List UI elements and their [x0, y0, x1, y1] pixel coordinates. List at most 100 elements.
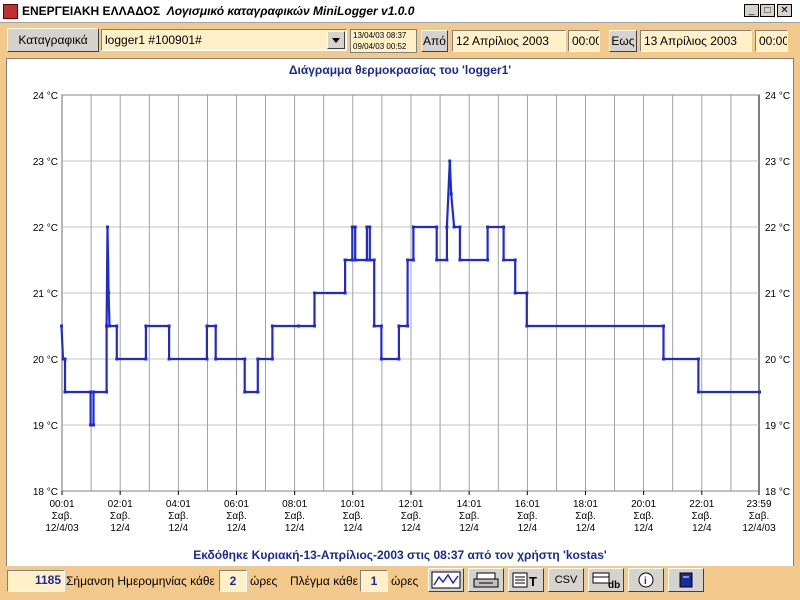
- temperature-data-point: [406, 324, 410, 328]
- info-button[interactable]: i: [628, 568, 664, 592]
- temperature-data-point: [411, 225, 415, 229]
- x-tick-date: 12/4: [401, 523, 421, 534]
- x-tick-day: Σαβ.: [459, 511, 480, 522]
- temperature-data-point: [297, 324, 301, 328]
- temperature-data-point: [270, 357, 274, 361]
- x-tick-day: Σαβ.: [401, 511, 422, 522]
- grid-label: Πλέγμα κάθε: [290, 574, 359, 588]
- date-mark-unit: ώρες: [250, 574, 278, 588]
- temperature-data-point: [435, 258, 439, 262]
- temperature-data-point: [144, 324, 148, 328]
- text-report-button[interactable]: T: [508, 568, 544, 592]
- x-tick-date: 12/4: [169, 523, 189, 534]
- grid-unit: ώρες: [391, 574, 419, 588]
- temperature-data-point: [525, 324, 529, 328]
- maximize-icon[interactable]: □: [760, 4, 775, 17]
- temperature-data-point: [343, 258, 347, 262]
- logger-date-last: 13/04/03 08:37: [353, 31, 407, 40]
- x-tick-time: 16:01: [515, 499, 540, 510]
- y-tick-label-right: 22 °C: [765, 223, 790, 234]
- temperature-data-point: [243, 357, 247, 361]
- from-time-field[interactable]: 00:00: [568, 30, 600, 52]
- to-date-field[interactable]: 13 Απρίλιος 2003: [640, 30, 752, 52]
- chart-panel: Διάγραμμα θερμοκρασίας του 'logger1' 24 …: [6, 58, 794, 568]
- x-tick-date: 12/4: [285, 523, 305, 534]
- x-tick-time: 23:59: [746, 499, 771, 510]
- temperature-data-point: [696, 357, 700, 361]
- x-tick-date: 12/4: [227, 523, 247, 534]
- print-button[interactable]: [468, 568, 504, 592]
- x-tick-date: 12/4: [518, 523, 538, 534]
- csv-button[interactable]: CSV: [548, 568, 584, 592]
- x-tick-time: 04:01: [166, 499, 191, 510]
- temperature-data-point: [115, 357, 119, 361]
- logger-select[interactable]: logger1 #100901#: [101, 29, 347, 51]
- issued-footer: Εκδόθηκε Κυριακή-13-Απρίλιος-2003 στις 0…: [193, 548, 607, 562]
- temperature-data-point: [445, 225, 449, 229]
- temperature-data-point: [205, 357, 209, 361]
- temperature-data-point: [379, 357, 383, 361]
- from-button[interactable]: Από: [421, 30, 448, 52]
- temperature-data-point: [167, 357, 171, 361]
- help-button[interactable]: [668, 568, 704, 592]
- temperature-data-point: [486, 225, 490, 229]
- temperature-data-point: [270, 324, 274, 328]
- temperature-data-point: [458, 258, 462, 262]
- logger-date-first: 09/04/03 00:52: [353, 42, 407, 51]
- temperature-data-point: [350, 258, 354, 262]
- loggers-button[interactable]: Καταγραφικά: [7, 28, 99, 52]
- logger-select-value: logger1 #100901#: [105, 33, 202, 47]
- x-tick-day: Σαβ.: [284, 511, 305, 522]
- temperature-data-point: [696, 390, 700, 394]
- x-tick-day: Σαβ.: [226, 511, 247, 522]
- temperature-data-point: [458, 225, 462, 229]
- close-icon[interactable]: ✕: [777, 4, 792, 17]
- temperature-data-point: [350, 225, 354, 229]
- to-button[interactable]: Εως: [609, 30, 637, 52]
- x-tick-time: 00:01: [49, 499, 74, 510]
- x-tick-date: 12/4/03: [45, 523, 79, 534]
- y-tick-label-left: 20 °C: [33, 355, 58, 366]
- temperature-data-point: [353, 258, 357, 262]
- x-tick-day: Σαβ.: [633, 511, 654, 522]
- x-tick-date: 12/4: [343, 523, 363, 534]
- to-time-field[interactable]: 00:00: [755, 30, 788, 52]
- chart-view-button[interactable]: [428, 568, 464, 592]
- temperature-data-point: [92, 390, 96, 394]
- temperature-data-point: [313, 291, 317, 295]
- db-label: db: [608, 580, 620, 589]
- temperature-data-point: [662, 357, 666, 361]
- temperature-data-point: [448, 159, 452, 163]
- grid-input[interactable]: 1: [360, 570, 388, 592]
- temperature-data-point: [63, 357, 67, 361]
- temperature-data-point: [452, 225, 456, 229]
- x-tick-day: Σαβ.: [168, 511, 189, 522]
- database-button[interactable]: db: [588, 568, 624, 592]
- temperature-data-point: [144, 357, 148, 361]
- x-tick-time: 08:01: [282, 499, 307, 510]
- temperature-data-point: [214, 324, 218, 328]
- x-tick-day: Σαβ.: [517, 511, 538, 522]
- x-tick-date: 12/4: [692, 523, 712, 534]
- x-tick-time: 20:01: [631, 499, 656, 510]
- temperature-data-point: [397, 357, 401, 361]
- date-mark-input[interactable]: 2: [219, 570, 247, 592]
- from-date-field[interactable]: 12 Απρίλιος 2003: [452, 30, 566, 52]
- temperature-data-point: [368, 225, 372, 229]
- temperature-data-point: [397, 324, 401, 328]
- temperature-data-point: [662, 324, 666, 328]
- chevron-down-icon[interactable]: [327, 31, 345, 49]
- x-tick-time: 22:01: [689, 499, 714, 510]
- y-tick-label-right: 18 °C: [765, 487, 790, 498]
- x-tick-day: Σαβ.: [749, 511, 770, 522]
- y-tick-label-left: 23 °C: [33, 157, 58, 168]
- minimize-icon[interactable]: _: [744, 4, 759, 17]
- window-title: ΕΝΕΡΓΕΙΑΚΗ ΕΛΛΑΔΟΣ Λογισμικό καταγραφικώ…: [22, 4, 415, 18]
- temperature-chart[interactable]: 24 °C 24 °C 23 °C 23 °C 22 °C 22 °C 21 °C 21 °C…: [7, 59, 793, 549]
- line-chart-icon: [431, 571, 461, 589]
- temperature-data-point: [368, 258, 372, 262]
- temperature-data-point: [115, 324, 119, 328]
- temperature-data-point: [513, 291, 517, 295]
- svg-text:T: T: [529, 574, 537, 589]
- x-tick-date: 12/4: [576, 523, 596, 534]
